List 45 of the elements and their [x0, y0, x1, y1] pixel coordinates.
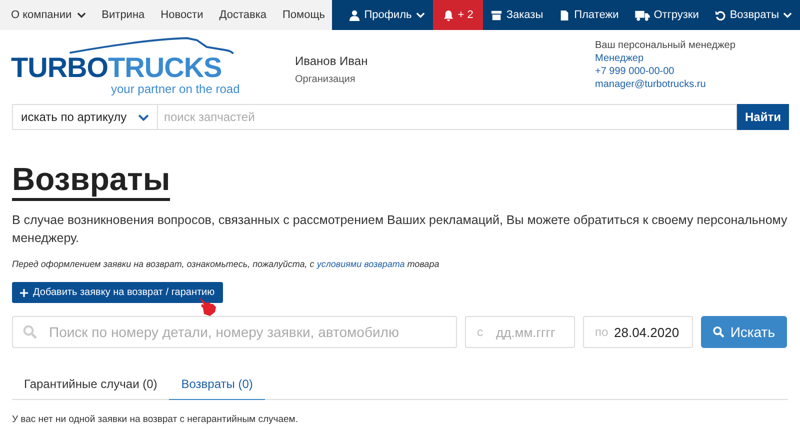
box-icon: [491, 10, 502, 20]
undo-icon: [714, 10, 726, 20]
search-mode-dropdown[interactable]: искать по артикулу: [12, 104, 158, 130]
logo-wordmark: TURBOTRUCKS: [11, 54, 222, 82]
tab[interactable]: Гарантийные случаи (0): [12, 372, 170, 399]
nav-link[interactable]: Новости: [160, 9, 204, 21]
add-request-button[interactable]: Добавить заявку на возврат / гарантию: [12, 282, 223, 303]
logo-tagline: your partner on the road: [111, 82, 241, 96]
find-button[interactable]: Найти: [737, 104, 789, 130]
nav-link[interactable]: + 2: [432, 0, 484, 30]
manager-phone-link[interactable]: +7 999 000-00-00: [595, 66, 800, 77]
request-search-field[interactable]: Поиск по номеру детали, номеру заявки, автомобилю: [12, 316, 457, 348]
user-name: Иванов Иван: [295, 54, 368, 68]
plus-icon: [20, 288, 28, 296]
chevron-down-icon: [138, 114, 149, 120]
manager-email-link[interactable]: manager@turbotrucks.ru: [595, 79, 800, 90]
intro-paragraph: В случае возникновения вопросов, связанных с рассмотрением Ваших рекламаций, Вы можете обратиться к своему персональному менеджеру.: [12, 212, 788, 247]
nav-link[interactable]: Помощь: [282, 9, 325, 21]
nav-link[interactable]: О компании: [11, 9, 86, 21]
nav-link[interactable]: Доставка: [219, 9, 266, 21]
parts-search-field[interactable]: поиск запчастей: [158, 104, 737, 130]
document-icon: [559, 10, 570, 20]
user-icon: [349, 10, 360, 20]
organization-name: Организация: [295, 74, 356, 85]
nav-link[interactable]: Платежи: [551, 0, 627, 30]
search-icon: [23, 325, 37, 339]
returns-note: Перед оформлением заявки на возврат, ознакомьтесь, пожалуйста, с условиями возврата товара: [12, 259, 440, 269]
manager-heading: Ваш персональный менеджер: [595, 40, 736, 51]
empty-message: У вас нет ни одной заявки на возврат с негарантийным случаем.: [12, 414, 299, 425]
date-to-prefix: по: [595, 325, 608, 339]
return-terms-link[interactable]: условиями возврата: [316, 259, 405, 269]
date-from-prefix: с: [477, 325, 483, 339]
nav-link[interactable]: Отгрузки: [626, 0, 707, 30]
manager-name-link[interactable]: Менеджер: [595, 53, 800, 64]
logo[interactable]: TURBOTRUCKS your partner on the road: [11, 30, 251, 94]
bell-icon: [442, 10, 454, 20]
nav-link[interactable]: Возвраты: [706, 0, 800, 30]
page-title: Возвраты: [12, 160, 170, 201]
nav-link[interactable]: Заказы: [483, 0, 552, 30]
truck-icon: [634, 10, 650, 20]
nav-link[interactable]: Витрина: [102, 9, 145, 21]
tab[interactable]: Возвраты (0): [169, 372, 265, 400]
search-icon: [713, 325, 724, 339]
nav-link[interactable]: Профиль: [341, 0, 433, 30]
search-button[interactable]: Искать: [701, 316, 787, 348]
